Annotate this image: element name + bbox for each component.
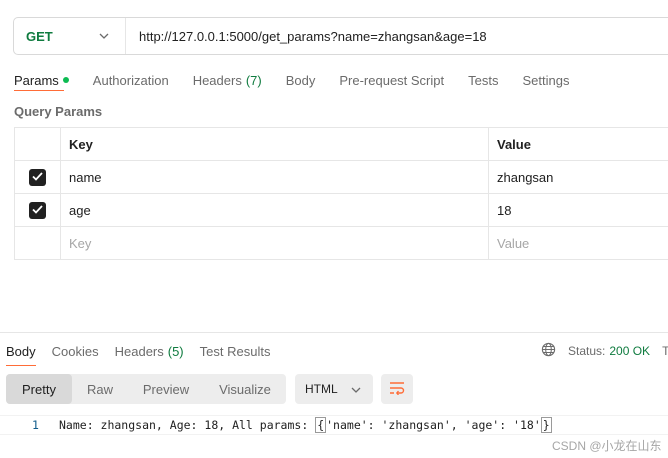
response-tab-headers[interactable]: Headers (5) (115, 344, 184, 359)
query-params-table: Key Value name zhangsan age 18 Key Value (14, 127, 668, 260)
param-checkbox[interactable] (14, 160, 61, 194)
key-column-header: Key (60, 127, 489, 161)
params-active-dot (62, 77, 69, 83)
preview-button[interactable]: Preview (128, 374, 204, 404)
response-tab-test-results[interactable]: Test Results (200, 344, 271, 359)
tab-body-label: Body (285, 72, 316, 88)
tab-pre-request-script[interactable]: Pre-request Script (339, 73, 444, 88)
language-select[interactable]: HTML (295, 374, 373, 404)
tab-headers[interactable]: Headers (7) (193, 73, 262, 88)
table-header-row: Key Value (14, 127, 668, 161)
tab-params-label: Params (14, 72, 59, 88)
wrap-lines-icon (389, 381, 405, 398)
chevron-down-icon (351, 382, 361, 396)
response-text-prefix: Name: zhangsan, Age: 18, All params: (59, 418, 316, 432)
request-url-bar: GET http://127.0.0.1:5000/get_params?nam… (13, 17, 668, 55)
pretty-button[interactable]: Pretty (6, 374, 72, 404)
response-status: Status: 200 OK T (541, 341, 668, 361)
table-row: age 18 (14, 193, 668, 227)
tab-authorization-label: Authorization (92, 72, 169, 88)
value-column-header: Value (488, 127, 668, 161)
view-mode-segmented-control: Pretty Raw Preview Visualize (6, 374, 286, 404)
response-body-line: 1 Name: zhangsan, Age: 18, All params: {… (0, 415, 668, 435)
headers-count: (7) (245, 72, 262, 88)
visualize-button[interactable]: Visualize (204, 374, 286, 404)
line-number: 1 (32, 418, 39, 432)
checkmark-icon (29, 168, 46, 186)
response-active-tab-indicator (6, 365, 36, 366)
method-label: GET (26, 28, 53, 44)
status-value[interactable]: 200 OK (609, 344, 650, 358)
status-truncated: T (662, 344, 668, 358)
param-checkbox[interactable] (14, 193, 61, 227)
url-input[interactable]: http://127.0.0.1:5000/get_params?name=zh… (126, 29, 668, 44)
close-brace-highlight: } (540, 417, 552, 433)
response-tab-headers-label: Headers (114, 343, 164, 359)
checkbox-column-header (14, 127, 61, 161)
tab-authorization[interactable]: Authorization (93, 73, 169, 88)
param-key-cell[interactable]: name (60, 160, 489, 194)
globe-icon[interactable] (541, 342, 556, 361)
response-tab-cookies[interactable]: Cookies (52, 344, 99, 359)
tab-pre-request-script-label: Pre-request Script (339, 72, 445, 88)
request-tabs: Params Authorization Headers (7) Body Pr… (14, 70, 593, 90)
checkmark-icon (29, 201, 46, 219)
chevron-down-icon (99, 30, 109, 42)
raw-button[interactable]: Raw (72, 374, 128, 404)
response-tabs: Body Cookies Headers (5) Test Results (6, 341, 286, 361)
panel-divider (0, 332, 668, 333)
wrap-lines-button[interactable] (381, 374, 413, 404)
tab-settings-label: Settings (522, 72, 570, 88)
tab-params[interactable]: Params (14, 73, 69, 88)
response-headers-count: (5) (167, 343, 184, 359)
param-value-cell[interactable]: zhangsan (488, 160, 668, 194)
tab-headers-label: Headers (192, 72, 242, 88)
new-key-input[interactable]: Key (60, 226, 489, 260)
query-params-title: Query Params (14, 104, 103, 119)
active-tab-indicator (14, 90, 64, 91)
tab-body[interactable]: Body (286, 73, 316, 88)
empty-checkbox-cell (14, 226, 61, 260)
param-key-cell[interactable]: age (60, 193, 489, 227)
param-value-cell[interactable]: 18 (488, 193, 668, 227)
new-value-input[interactable]: Value (488, 226, 668, 260)
table-row: name zhangsan (14, 160, 668, 194)
table-row-empty: Key Value (14, 226, 668, 260)
response-text-params: 'name': 'zhangsan', 'age': '18' (326, 418, 541, 432)
open-brace-highlight: { (315, 417, 327, 433)
tab-settings[interactable]: Settings (522, 73, 569, 88)
response-tab-body[interactable]: Body (6, 344, 36, 359)
language-select-value: HTML (305, 382, 338, 396)
status-label: Status: (568, 344, 606, 358)
method-select[interactable]: GET (14, 18, 126, 54)
tab-tests[interactable]: Tests (468, 73, 498, 88)
watermark: CSDN @小龙在山东 (552, 439, 662, 453)
tab-tests-label: Tests (468, 72, 499, 88)
